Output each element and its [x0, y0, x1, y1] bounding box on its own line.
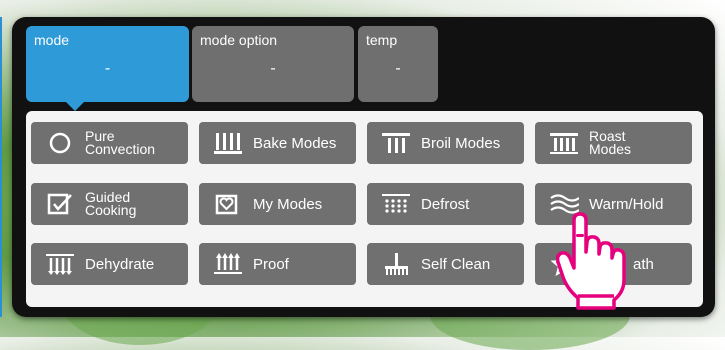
self-clean-label: Self Clean: [421, 255, 491, 273]
bake-modes-button[interactable]: Bake Modes: [199, 122, 356, 164]
roast-modes-label: Roast Modes: [589, 128, 632, 157]
broom-icon: [381, 251, 411, 277]
roast-bars-icon: [549, 130, 579, 156]
heart-box-icon: [213, 191, 243, 217]
checkbox-icon: [45, 191, 75, 217]
dehydrate-arrows-icon: [45, 251, 75, 277]
warm-hold-label: Warm/Hold: [589, 195, 664, 213]
dehydrate-label: Dehydrate: [85, 255, 155, 273]
tab-temp-value: -: [395, 60, 401, 77]
proof-arrows-icon: [213, 251, 243, 277]
pointing-hand-icon: [556, 212, 626, 310]
roast-modes-button[interactable]: Roast Modes: [535, 122, 692, 164]
guided-cooking-label: Guided Cooking: [85, 189, 137, 218]
defrost-button[interactable]: Defrost: [367, 183, 524, 225]
tab-mode-option-label: mode option: [200, 32, 278, 48]
defrost-label: Defrost: [421, 195, 470, 213]
tab-temp-label: temp: [366, 32, 398, 48]
tab-mode-option[interactable]: mode option -: [192, 26, 354, 102]
tab-mode-label: mode: [34, 32, 70, 48]
bake-bars-icon: [213, 130, 243, 156]
my-modes-label: My Modes: [253, 195, 323, 213]
defrost-dots-icon: [381, 191, 411, 217]
guided-cooking-button[interactable]: Guided Cooking: [31, 183, 188, 225]
pure-convection-button[interactable]: Pure Convection: [31, 122, 188, 164]
circle-icon: [45, 130, 75, 156]
broil-modes-button[interactable]: Broil Modes: [367, 122, 524, 164]
dehydrate-button[interactable]: Dehydrate: [31, 243, 188, 285]
tab-mode-value: -: [104, 60, 111, 77]
my-modes-button[interactable]: My Modes: [199, 183, 356, 225]
self-clean-button[interactable]: Self Clean: [367, 243, 524, 285]
broil-bars-icon: [381, 130, 411, 156]
tab-mode-option-value: -: [270, 60, 276, 77]
proof-label: Proof: [253, 255, 289, 273]
broil-modes-label: Broil Modes: [421, 134, 501, 152]
tab-temp[interactable]: temp -: [358, 26, 438, 102]
proof-button[interactable]: Proof: [199, 243, 356, 285]
bake-modes-label: Bake Modes: [253, 134, 337, 152]
tab-mode[interactable]: mode -: [26, 26, 189, 111]
window-edge: [0, 17, 2, 317]
pure-convection-label: Pure Convection: [85, 128, 156, 157]
